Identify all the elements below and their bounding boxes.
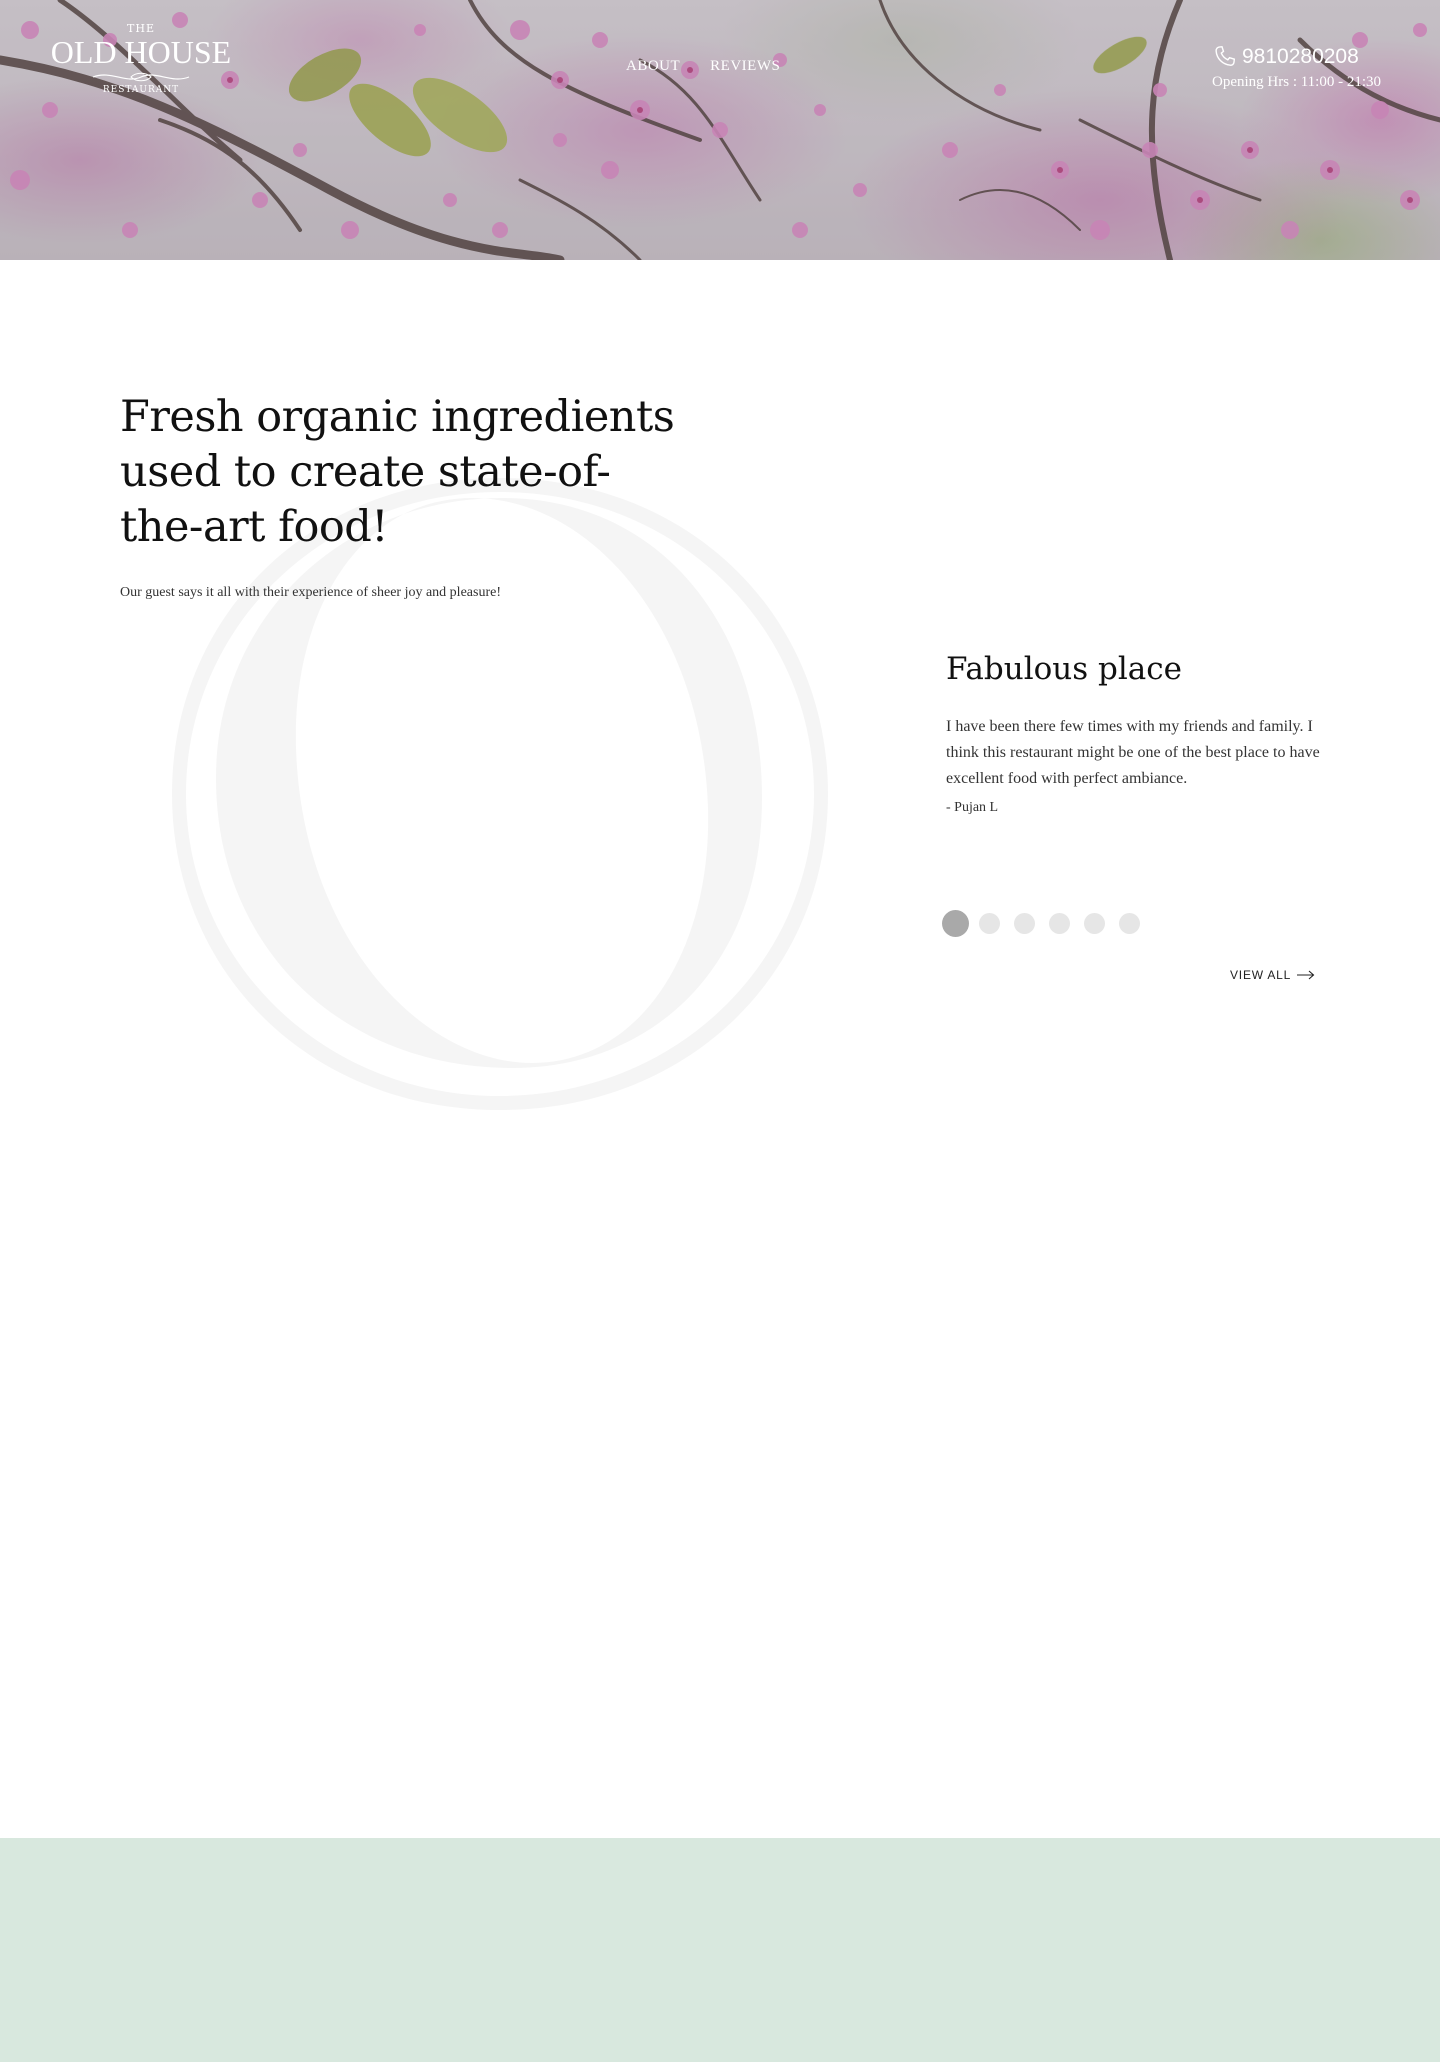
review-text: I have been there few times with my frie… bbox=[946, 718, 1320, 787]
logo-bottom-text: RESTAURANT bbox=[102, 85, 180, 95]
view-all-label: VIEW ALL bbox=[1230, 968, 1292, 982]
carousel-dot-2[interactable] bbox=[979, 913, 1000, 934]
review-author: - Pujan L bbox=[946, 800, 999, 815]
nav-about[interactable]: ABOUT bbox=[626, 58, 680, 75]
review-title: Fabulous place bbox=[946, 651, 1182, 687]
review-card: Fabulous place I have been there few tim… bbox=[946, 646, 1326, 816]
carousel-dot-1[interactable] bbox=[942, 910, 969, 937]
carousel-dot-4[interactable] bbox=[1049, 913, 1070, 934]
view-all-link[interactable]: VIEW ALL bbox=[1230, 968, 1315, 982]
intro-heading: Fresh organic ingredients used to create… bbox=[120, 392, 675, 552]
review-carousel-dots bbox=[942, 910, 1140, 937]
contact-info: 9810280208 Opening Hrs : 11:00 - 21:30 bbox=[1212, 44, 1381, 91]
phone-number[interactable]: 9810280208 bbox=[1242, 44, 1359, 70]
phone-icon bbox=[1215, 45, 1236, 66]
intro-section: Fresh organic ingredients used to create… bbox=[120, 390, 680, 601]
carousel-dot-5[interactable] bbox=[1084, 913, 1105, 934]
carousel-dot-3[interactable] bbox=[1014, 913, 1035, 934]
opening-hours: Opening Hrs : 11:00 - 21:30 bbox=[1212, 74, 1382, 90]
flourish-ornament-icon bbox=[92, 72, 190, 82]
footer-band bbox=[0, 1838, 1440, 2062]
phone-link[interactable]: 9810280208 bbox=[1212, 44, 1381, 70]
intro-subtext: Our guest says it all with their experie… bbox=[120, 585, 501, 600]
carousel-dot-6[interactable] bbox=[1119, 913, 1140, 934]
hero-banner: THE OLD HOUSE RESTAURANT ABOUT REVIEWS 9… bbox=[0, 0, 1440, 260]
main-nav: ABOUT REVIEWS bbox=[626, 58, 780, 75]
nav-reviews[interactable]: REVIEWS bbox=[710, 58, 780, 75]
arrow-right-icon bbox=[1297, 970, 1315, 980]
logo[interactable]: THE OLD HOUSE RESTAURANT bbox=[38, 22, 244, 120]
logo-name: OLD HOUSE bbox=[50, 34, 232, 70]
